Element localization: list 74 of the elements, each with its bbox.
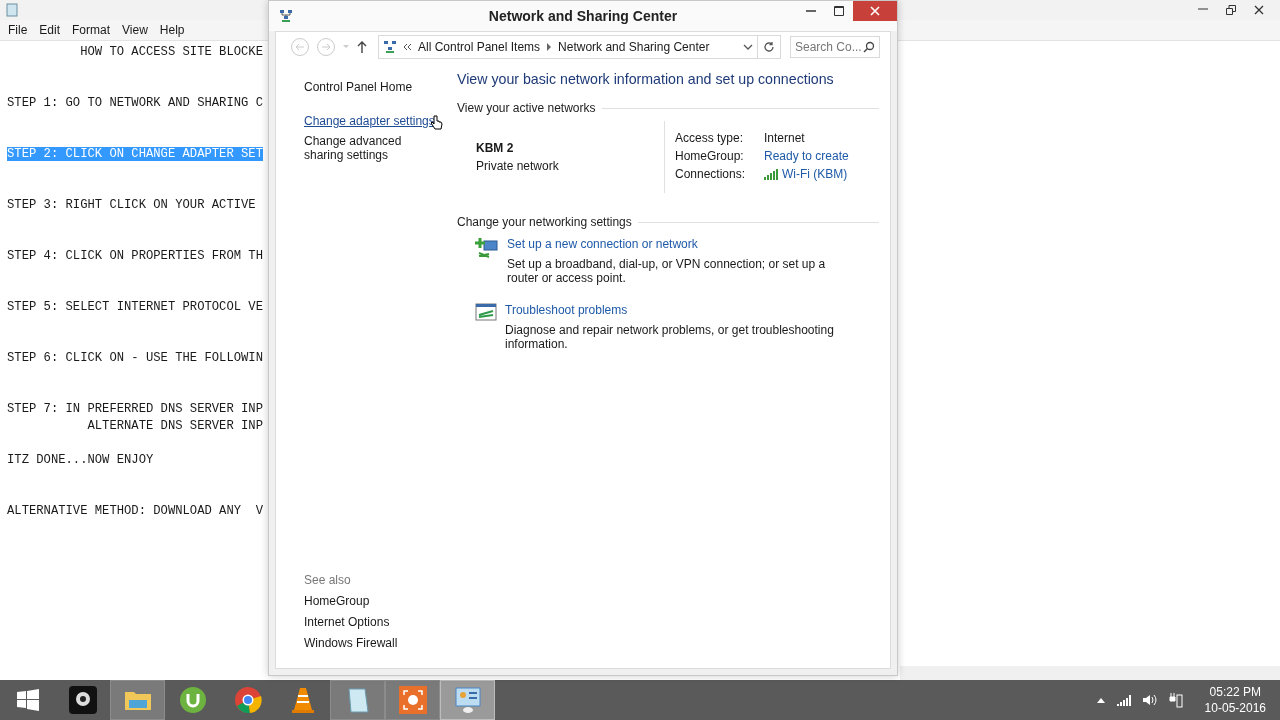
sidebar-link[interactable]: Change advanced sharing settings: [304, 134, 444, 162]
window-title: Network and Sharing Center: [487, 8, 679, 24]
restore-icon[interactable]: [1226, 5, 1236, 15]
detail-link[interactable]: Ready to create: [764, 149, 849, 163]
task-description: Set up a broadband, dial-up, or VPN connection; or set up a router or access point.: [507, 257, 827, 285]
network-type: Private network: [476, 159, 559, 173]
see-also-link[interactable]: HomeGroup: [304, 594, 370, 608]
text-line: STEP 1: GO TO NETWORK AND SHARING C: [7, 96, 263, 110]
browser-icon: [233, 686, 262, 714]
dropdown-icon[interactable]: [743, 43, 753, 51]
windows-logo-icon: [16, 689, 39, 711]
notepad-icon: [345, 686, 370, 714]
menu-item[interactable]: View: [116, 23, 154, 37]
speaker-icon[interactable]: [1142, 694, 1157, 706]
section-heading: Change your networking settings: [457, 215, 632, 229]
text-line: STEP 7: IN PREFERRED DNS SERVER INP: [7, 402, 263, 416]
breadcrumb-item[interactable]: Network and Sharing Center: [558, 40, 710, 54]
text-line: HOW TO ACCESS SITE BLOCKE: [79, 45, 263, 59]
text-line: STEP 6: CLICK ON - USE THE FOLLOWIN: [7, 351, 263, 365]
see-also-link[interactable]: Windows Firewall: [304, 636, 398, 650]
signal-icon: [764, 168, 778, 180]
text-line: ALTERNATIVE METHOD: DOWNLOAD ANY V: [7, 504, 263, 518]
search-icon: [863, 41, 875, 53]
troubleshoot-icon: [475, 303, 497, 321]
detail-label: HomeGroup:: [675, 149, 744, 163]
text-line: STEP 3: RIGHT CLICK ON YOUR ACTIVE: [7, 198, 256, 212]
text-line: ITZ DONE...NOW ENJOY: [7, 453, 154, 467]
menu-item[interactable]: Format: [66, 23, 117, 37]
torrent-icon: [178, 686, 207, 714]
refresh-button[interactable]: [757, 35, 781, 59]
text-line: ALTERNATE DNS SERVER INP: [86, 419, 263, 433]
maximize-icon: [834, 6, 844, 16]
see-also-link[interactable]: Internet Options: [304, 615, 390, 629]
menu-item[interactable]: Edit: [33, 23, 67, 37]
double-chevron-icon[interactable]: [403, 43, 412, 51]
power-plug-icon[interactable]: [1168, 692, 1183, 708]
menu-item[interactable]: File: [2, 23, 34, 37]
traffic-cone-icon: [290, 686, 315, 714]
address-bar[interactable]: All Control Panel Items Network and Sharing Center: [378, 35, 758, 59]
page-heading: View your basic network information and set up connections: [457, 71, 835, 87]
task-link[interactable]: Troubleshoot problems: [505, 303, 628, 317]
text-line: STEP 4: CLICK ON PROPERTIES FROM TH: [7, 249, 263, 263]
network-add-icon: [475, 237, 499, 259]
detail-label: Access type:: [675, 131, 744, 145]
breadcrumb-item[interactable]: All Control Panel Items: [418, 40, 541, 54]
task-link[interactable]: Set up a new connection or network: [507, 237, 698, 251]
network-icon: [383, 40, 397, 54]
sidebar-link[interactable]: Change adapter settings: [304, 114, 435, 128]
detail-value: Internet: [764, 131, 805, 145]
record-icon: [398, 686, 427, 714]
task-description: Diagnose and repair network problems, or get troubleshooting information.: [505, 323, 835, 351]
network-name: KBM 2: [476, 141, 514, 155]
signal-icon[interactable]: [1116, 694, 1131, 706]
detail-label: Connections:: [675, 167, 746, 181]
connection-link[interactable]: Wi-Fi (KBM): [782, 167, 848, 181]
search-field[interactable]: Search Co...: [790, 36, 880, 58]
clock-time[interactable]: 05:22 PM: [1209, 685, 1261, 699]
notepad-icon: [6, 3, 18, 17]
text-line: STEP 5: SELECT INTERNET PROTOCOL VE: [7, 300, 263, 314]
clock-date[interactable]: 10-05-2016: [1204, 701, 1266, 715]
minimize-icon: [806, 10, 816, 12]
close-icon: [870, 6, 880, 16]
control-panel-icon: [453, 686, 482, 714]
see-also-heading: See also: [304, 573, 351, 587]
refresh-icon: [763, 41, 775, 53]
network-icon: [279, 9, 293, 23]
up-arrow-icon[interactable]: [356, 40, 368, 54]
sidebar-link[interactable]: Control Panel Home: [304, 80, 413, 94]
up-caret-icon[interactable]: [1096, 697, 1105, 703]
chevron-icon[interactable]: [546, 43, 553, 51]
webcam-icon: [68, 686, 97, 714]
close-icon[interactable]: [1254, 5, 1264, 15]
section-heading: View your active networks: [457, 101, 596, 115]
menu-item[interactable]: Help: [153, 23, 191, 37]
